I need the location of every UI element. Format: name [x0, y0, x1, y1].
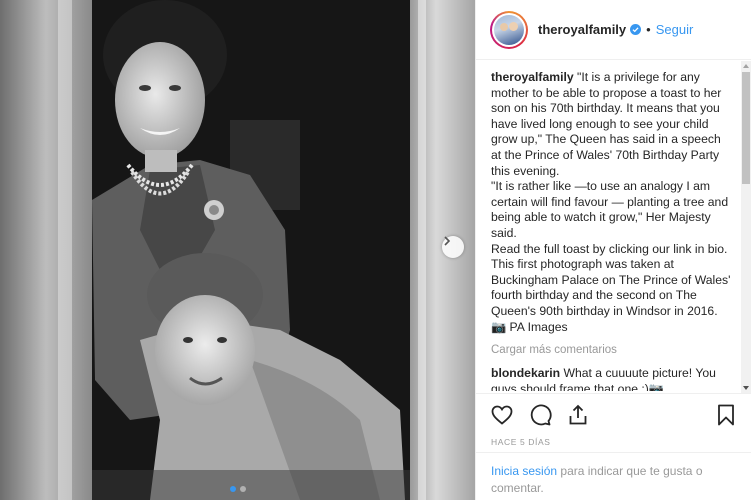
avatar[interactable]: [490, 10, 528, 49]
load-more-comments-link[interactable]: Cargar más comentarios: [491, 344, 734, 356]
carousel-indicator: [0, 486, 475, 492]
scroll-up-arrow[interactable]: [741, 61, 751, 71]
verified-badge-icon: [630, 24, 642, 35]
follow-button[interactable]: Seguir: [656, 22, 694, 37]
comment-item: blondekarin What a cuuuute picture! You …: [491, 366, 734, 391]
avatar-image: [494, 14, 524, 45]
caption-text-3: Read the full toast by clicking our link…: [491, 241, 731, 318]
comment-icon[interactable]: [528, 403, 552, 427]
caret-down-icon: [743, 386, 749, 390]
comments-section: theroyalfamily "It is a privilege for an…: [476, 61, 742, 391]
caption-username[interactable]: theroyalfamily: [491, 70, 574, 84]
caption-credit: 📷 PA Images: [491, 319, 568, 334]
caret-up-icon: [743, 64, 749, 68]
post-photo[interactable]: [0, 0, 475, 500]
action-bar: [476, 393, 751, 435]
caption: theroyalfamily "It is a privilege for an…: [491, 70, 734, 335]
post-timestamp[interactable]: HACE 5 DÍAS: [491, 437, 551, 447]
bookmark-icon[interactable]: [714, 403, 738, 427]
post-header: theroyalfamily • Seguir: [476, 0, 751, 60]
scroll-down-arrow[interactable]: [741, 383, 751, 393]
header-username[interactable]: theroyalfamily: [538, 22, 626, 37]
share-icon[interactable]: [566, 403, 590, 427]
instagram-post: theroyalfamily • Seguir theroyalfamily "…: [0, 0, 751, 500]
next-slide-button[interactable]: [442, 236, 464, 258]
comment-username[interactable]: blondekarin: [491, 366, 560, 380]
post-sidebar: theroyalfamily • Seguir theroyalfamily "…: [475, 0, 751, 500]
photo-image: [0, 0, 475, 500]
login-prompt: Inicia sesión para indicar que te gusta …: [476, 452, 751, 500]
scrollbar-thumb[interactable]: [742, 72, 750, 184]
caption-text: "It is a privilege for any mother to be …: [491, 70, 722, 178]
chevron-right-icon: [444, 236, 451, 246]
caption-text-2: "It is rather like —to use an analogy I …: [491, 179, 729, 240]
heart-icon[interactable]: [490, 403, 514, 427]
carousel-dot-active: [229, 486, 236, 492]
login-link[interactable]: Inicia sesión: [491, 464, 557, 478]
header-separator: •: [646, 22, 651, 37]
carousel-dot: [239, 486, 246, 492]
comments-scrollbar[interactable]: [741, 61, 751, 393]
